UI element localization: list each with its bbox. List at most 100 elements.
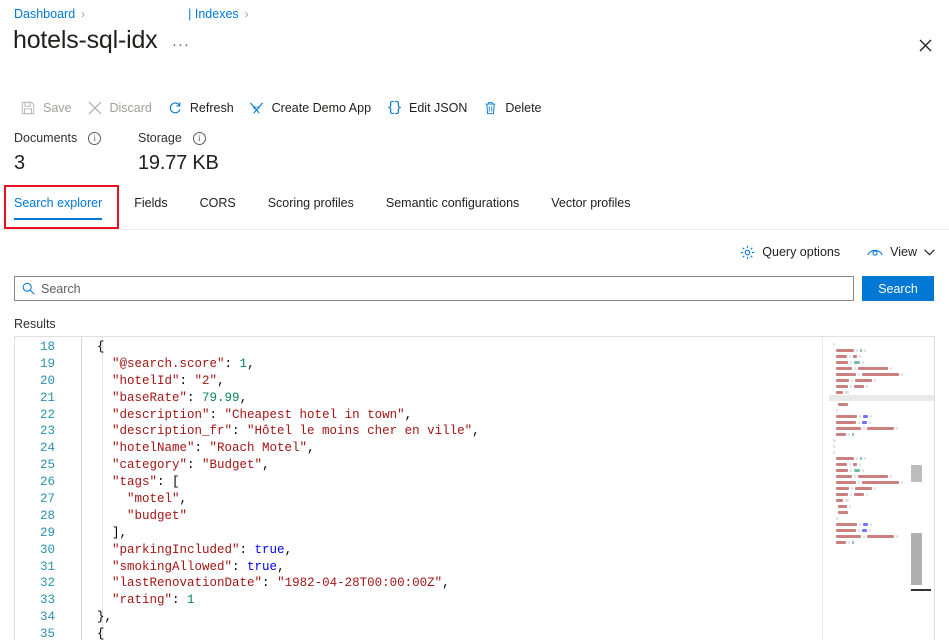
- breadcrumb-separator-icon: ›: [81, 7, 85, 21]
- line-number: 33: [15, 592, 67, 609]
- tab-fields[interactable]: Fields: [134, 192, 167, 220]
- code-line: 20 "hotelId": "2",: [15, 373, 822, 390]
- search-input[interactable]: [41, 278, 853, 299]
- index-stats: Documents i 3 Storage i 19.77 KB: [14, 130, 219, 175]
- code-line: 35 {: [15, 626, 822, 640]
- discard-button[interactable]: Discard: [81, 93, 161, 123]
- tab-cors[interactable]: CORS: [200, 192, 236, 220]
- line-content: "tags": [: [67, 474, 180, 491]
- line-number: 29: [15, 525, 67, 542]
- line-content: "category": "Budget",: [67, 457, 270, 474]
- documents-label: Documents: [14, 131, 77, 145]
- search-bar: Search: [14, 276, 934, 301]
- code-area[interactable]: 18 {19 "@search.score": 1,20 "hotelId": …: [15, 337, 822, 640]
- discard-icon: [85, 100, 105, 116]
- code-line: 26 "tags": [: [15, 474, 822, 491]
- line-content: "budget": [67, 508, 187, 525]
- query-options-button[interactable]: Query options: [738, 244, 840, 260]
- refresh-icon: [165, 100, 185, 116]
- discard-label: Discard: [110, 101, 152, 115]
- breadcrumb-separator-icon-2: ›: [245, 7, 249, 21]
- refresh-button[interactable]: Refresh: [161, 93, 243, 123]
- code-line: 32 "lastRenovationDate": "1982-04-28T00:…: [15, 575, 822, 592]
- create-demo-app-label: Create Demo App: [272, 101, 371, 115]
- line-number: 35: [15, 626, 67, 640]
- code-lines: 18 {19 "@search.score": 1,20 "hotelId": …: [15, 339, 822, 640]
- save-icon: [18, 100, 38, 116]
- line-number: 25: [15, 457, 67, 474]
- code-line: 34 },: [15, 609, 822, 626]
- breadcrumb-dashboard[interactable]: Dashboard: [14, 7, 75, 21]
- results-editor[interactable]: 18 {19 "@search.score": 1,20 "hotelId": …: [14, 336, 935, 640]
- line-content: "description_fr": "Hôtel le moins cher e…: [67, 423, 480, 440]
- documents-stat: Documents i 3: [14, 130, 138, 175]
- search-explorer-page: Dashboard › | Indexes › hotels-sql-idx ·…: [0, 0, 949, 640]
- code-line: 22 "description": "Cheapest hotel in tow…: [15, 407, 822, 424]
- tab-semantic-configurations[interactable]: Semantic configurations: [386, 192, 519, 220]
- code-line: 31 "smokingAllowed": true,: [15, 559, 822, 576]
- info-icon[interactable]: i: [193, 132, 206, 145]
- code-line: 30 "parkingIncluded": true,: [15, 542, 822, 559]
- scrollbar-thumb-secondary[interactable]: [911, 465, 922, 482]
- save-label: Save: [43, 101, 72, 115]
- line-content: "lastRenovationDate": "1982-04-28T00:00:…: [67, 575, 450, 592]
- tab-vector-profiles[interactable]: Vector profiles: [551, 192, 630, 220]
- delete-button[interactable]: Delete: [476, 93, 550, 123]
- scrollbar-thumb[interactable]: [911, 533, 922, 585]
- line-content: "baseRate": 79.99,: [67, 390, 247, 407]
- code-line: 19 "@search.score": 1,: [15, 356, 822, 373]
- line-content: ],: [67, 525, 127, 542]
- refresh-label: Refresh: [190, 101, 234, 115]
- results-label: Results: [14, 317, 56, 331]
- info-icon[interactable]: i: [88, 132, 101, 145]
- line-number: 20: [15, 373, 67, 390]
- storage-stat: Storage i 19.77 KB: [138, 130, 219, 175]
- code-line: 24 "hotelName": "Roach Motel",: [15, 440, 822, 457]
- line-content: "description": "Cheapest hotel in town",: [67, 407, 412, 424]
- line-number: 23: [15, 423, 67, 440]
- tab-bar: Search explorer Fields CORS Scoring prof…: [14, 192, 663, 226]
- more-options-button[interactable]: ···: [172, 36, 190, 53]
- line-content: "@search.score": 1,: [67, 356, 255, 373]
- breadcrumb-indexes[interactable]: | Indexes: [188, 7, 239, 21]
- command-toolbar: Save Discard Refresh Create Demo App { }…: [14, 93, 551, 123]
- line-content: "hotelId": "2",: [67, 373, 225, 390]
- edit-json-button[interactable]: { } Edit JSON: [380, 93, 476, 123]
- save-button[interactable]: Save: [14, 93, 81, 123]
- line-number: 28: [15, 508, 67, 525]
- line-number: 30: [15, 542, 67, 559]
- view-button[interactable]: View: [866, 244, 935, 260]
- query-options-label: Query options: [762, 245, 840, 259]
- edit-json-label: Edit JSON: [409, 101, 467, 115]
- line-number: 32: [15, 575, 67, 592]
- code-line: 29 ],: [15, 525, 822, 542]
- close-icon[interactable]: [911, 31, 939, 59]
- code-line: 23 "description_fr": "Hôtel le moins che…: [15, 423, 822, 440]
- create-demo-app-button[interactable]: Create Demo App: [243, 93, 380, 123]
- scroll-position-marker: [911, 589, 931, 591]
- line-number: 21: [15, 390, 67, 407]
- line-number: 18: [15, 339, 67, 356]
- storage-value: 19.77 KB: [138, 152, 219, 175]
- line-content: {: [67, 626, 105, 640]
- line-number: 27: [15, 491, 67, 508]
- code-line: 21 "baseRate": 79.99,: [15, 390, 822, 407]
- editor-scrollbar[interactable]: [908, 337, 922, 640]
- search-button[interactable]: Search: [862, 276, 934, 301]
- line-content: "motel",: [67, 491, 187, 508]
- search-input-wrapper[interactable]: [14, 276, 854, 301]
- view-label: View: [890, 245, 917, 259]
- tab-scoring-profiles[interactable]: Scoring profiles: [268, 192, 354, 220]
- line-number: 19: [15, 356, 67, 373]
- search-icon: [15, 282, 41, 295]
- delete-icon: [480, 100, 500, 116]
- edit-json-icon: { }: [384, 100, 404, 116]
- create-demo-app-icon: [247, 100, 267, 116]
- tab-search-explorer[interactable]: Search explorer: [14, 192, 102, 220]
- gear-icon: [738, 244, 756, 260]
- line-content: "smokingAllowed": true,: [67, 559, 285, 576]
- code-minimap[interactable]: [822, 337, 934, 640]
- query-toolbar: Query options View: [712, 240, 935, 264]
- delete-label: Delete: [505, 101, 541, 115]
- line-content: },: [67, 609, 112, 626]
